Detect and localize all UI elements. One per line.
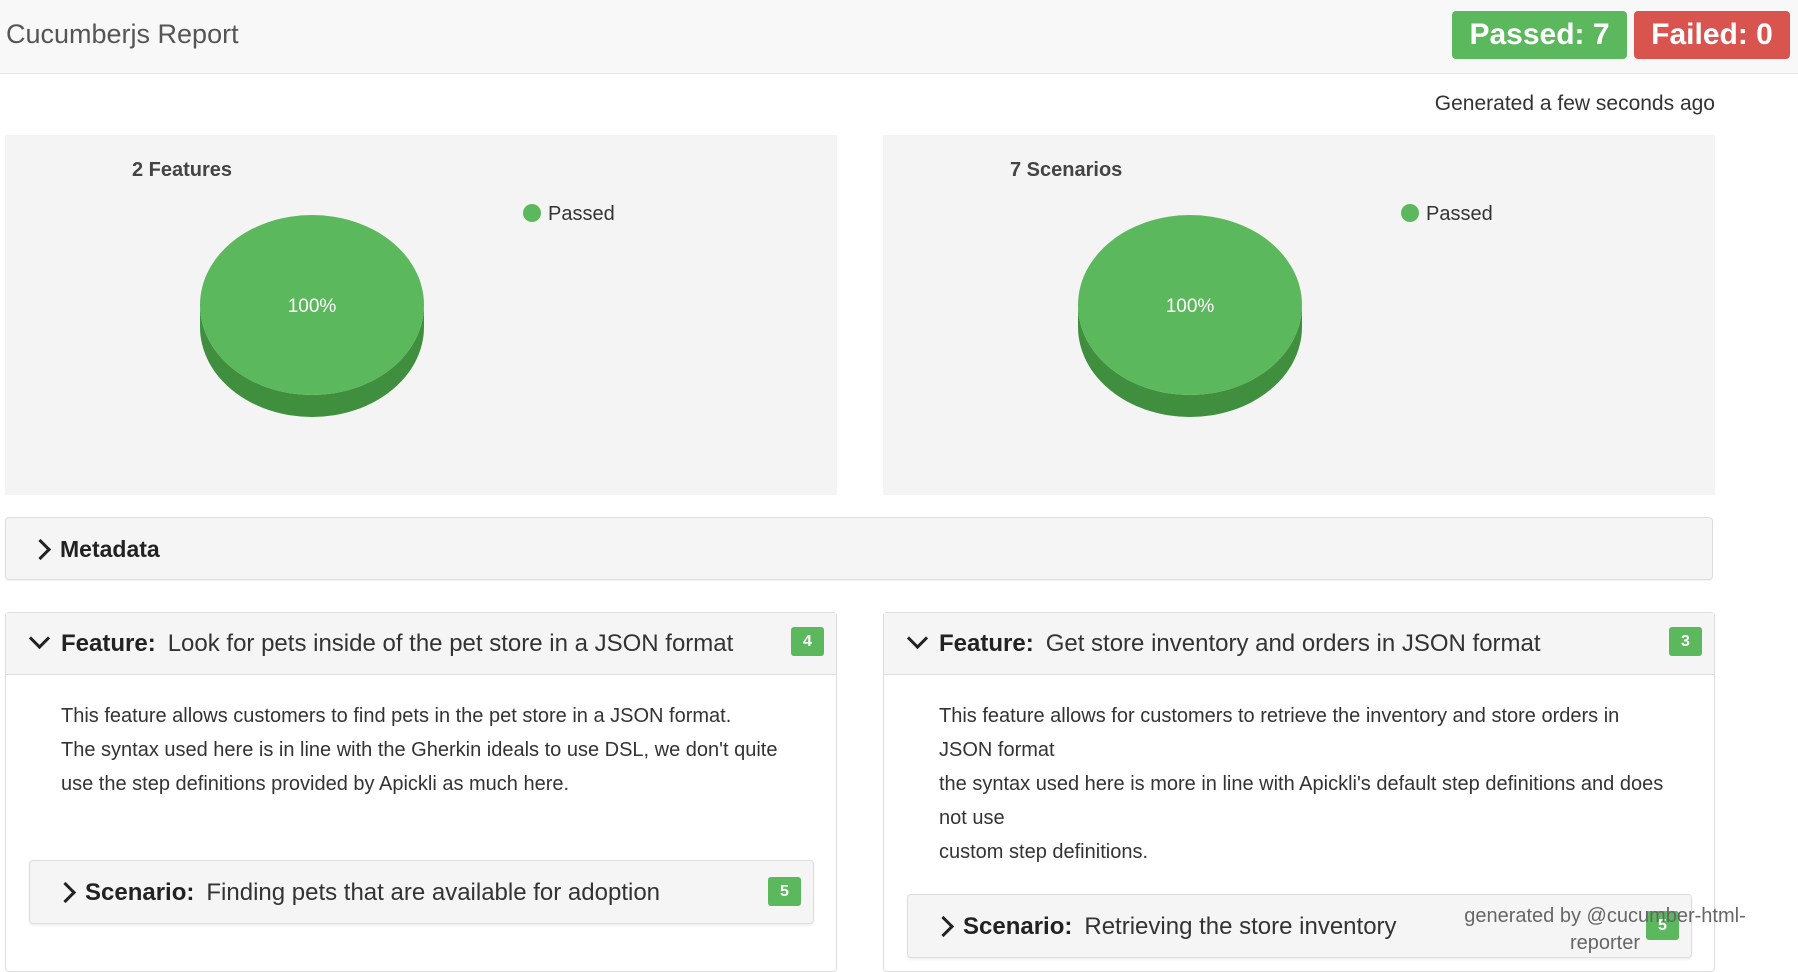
scenarios-pie-chart: 7 Scenarios 100% Passed	[1010, 159, 1493, 417]
feature-description: This feature allows for customers to ret…	[939, 699, 1674, 869]
slice-label: 100%	[288, 296, 337, 317]
passed-total-badge: Passed: 7	[1452, 11, 1627, 59]
chevron-right-icon[interactable]	[932, 915, 955, 938]
feature-title[interactable]: Look for pets inside of the pet store in…	[168, 630, 734, 657]
step-count-badge: 5	[768, 877, 801, 906]
chevron-right-icon[interactable]	[29, 538, 52, 561]
description-line: This feature allows customers to find pe…	[61, 705, 732, 727]
description-line: use the step definitions provided by Api…	[61, 773, 570, 795]
feature-keyword: Feature:	[939, 630, 1034, 657]
slice-label: 100%	[1166, 296, 1215, 317]
scenario-count-badge: 4	[791, 627, 824, 656]
report-title: Cucumberjs Report	[6, 19, 239, 49]
legend-marker	[1401, 204, 1419, 222]
feature-title[interactable]: Get store inventory and orders in JSON f…	[1046, 630, 1541, 657]
features-chart-panel: 2 Features 100% Passed	[5, 135, 837, 495]
legend-label[interactable]: Passed	[1426, 203, 1493, 225]
scenario-title[interactable]: Finding pets that are available for adop…	[206, 879, 660, 906]
scenario-keyword: Scenario:	[85, 879, 195, 906]
feature-header[interactable]: Feature: Get store inventory and orders i…	[884, 613, 1714, 675]
metadata-title[interactable]: Metadata	[60, 536, 160, 563]
feature-panel: Feature: Look for pets inside of the pet …	[5, 612, 837, 972]
chart-title: 7 Scenarios	[1010, 159, 1122, 181]
chevron-down-icon[interactable]	[906, 627, 929, 650]
feature-keyword: Feature:	[61, 630, 156, 657]
scenario-keyword: Scenario:	[963, 913, 1073, 940]
legend-label[interactable]: Passed	[548, 203, 615, 225]
feature-description: This feature allows customers to find pe…	[61, 699, 796, 801]
metadata-panel[interactable]: Metadata	[5, 517, 1713, 580]
description-line: custom step definitions.	[939, 841, 1148, 863]
description-line: the syntax used here is more in line wit…	[939, 773, 1664, 829]
scenario-panel[interactable]: Scenario: Finding pets that are available…	[29, 860, 814, 924]
failed-total-badge: Failed: 0	[1634, 11, 1790, 59]
description-line: The syntax used here is in line with the…	[61, 739, 778, 761]
scenario-count-badge: 3	[1669, 627, 1702, 656]
scenarios-chart-panel: 7 Scenarios 100% Passed	[883, 135, 1715, 495]
chart-title: 2 Features	[132, 159, 232, 181]
description-line: This feature allows for customers to ret…	[939, 705, 1620, 761]
legend-marker	[523, 204, 541, 222]
features-pie-chart: 2 Features 100% Passed	[132, 159, 615, 417]
scenario-title[interactable]: Retrieving the store inventory	[1084, 913, 1396, 940]
chevron-down-icon[interactable]	[28, 627, 51, 650]
top-navbar: Cucumberjs Report Passed: 7 Failed: 0	[0, 0, 1798, 74]
feature-header[interactable]: Feature: Look for pets inside of the pet …	[6, 613, 836, 675]
generated-time: Generated a few seconds ago	[1434, 92, 1715, 115]
chevron-right-icon[interactable]	[54, 881, 77, 904]
